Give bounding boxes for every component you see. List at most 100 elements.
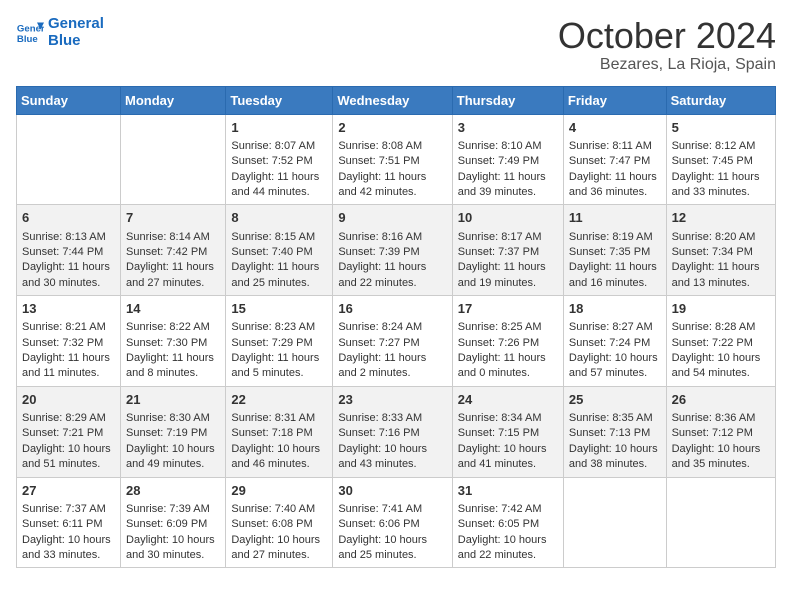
day-number: 16 <box>338 300 446 318</box>
daylight-text: Daylight: 10 hours and 46 minutes. <box>231 442 327 473</box>
sunrise-text: Sunrise: 8:10 AM <box>458 139 558 154</box>
sunset-text: Sunset: 6:09 PM <box>126 517 220 532</box>
calendar-cell: 7Sunrise: 8:14 AMSunset: 7:42 PMDaylight… <box>121 205 226 296</box>
calendar-cell: 9Sunrise: 8:16 AMSunset: 7:39 PMDaylight… <box>333 205 452 296</box>
day-number: 29 <box>231 482 327 500</box>
calendar-cell: 8Sunrise: 8:15 AMSunset: 7:40 PMDaylight… <box>226 205 333 296</box>
sunset-text: Sunset: 7:15 PM <box>458 426 558 441</box>
calendar-cell: 14Sunrise: 8:22 AMSunset: 7:30 PMDayligh… <box>121 296 226 387</box>
calendar-cell: 1Sunrise: 8:07 AMSunset: 7:52 PMDaylight… <box>226 114 333 205</box>
calendar-cell: 29Sunrise: 7:40 AMSunset: 6:08 PMDayligh… <box>226 477 333 568</box>
daylight-text: Daylight: 11 hours and 5 minutes. <box>231 351 327 382</box>
day-number: 30 <box>338 482 446 500</box>
sunrise-text: Sunrise: 8:35 AM <box>569 411 661 426</box>
sunset-text: Sunset: 7:27 PM <box>338 336 446 351</box>
day-number: 21 <box>126 391 220 409</box>
calendar-week-2: 6Sunrise: 8:13 AMSunset: 7:44 PMDaylight… <box>17 205 776 296</box>
sunrise-text: Sunrise: 8:25 AM <box>458 320 558 335</box>
daylight-text: Daylight: 10 hours and 22 minutes. <box>458 533 558 564</box>
page-header: General Blue General Blue October 2024 B… <box>16 16 776 74</box>
sunset-text: Sunset: 7:52 PM <box>231 154 327 169</box>
sunrise-text: Sunrise: 8:34 AM <box>458 411 558 426</box>
day-number: 2 <box>338 119 446 137</box>
calendar-cell: 24 Sunrise: 8:34 AMSunset: 7:15 PMDayligh… <box>452 386 563 477</box>
calendar-cell: 11Sunrise: 8:19 AMSunset: 7:35 PMDayligh… <box>563 205 666 296</box>
calendar-cell: 17Sunrise: 8:25 AMSunset: 7:26 PMDayligh… <box>452 296 563 387</box>
day-number: 3 <box>458 119 558 137</box>
calendar-cell <box>17 114 121 205</box>
day-number: 18 <box>569 300 661 318</box>
calendar-cell: 5Sunrise: 8:12 AMSunset: 7:45 PMDaylight… <box>666 114 775 205</box>
logo-icon: General Blue <box>16 19 44 47</box>
calendar-cell: 15Sunrise: 8:23 AMSunset: 7:29 PMDayligh… <box>226 296 333 387</box>
daylight-text: Daylight: 10 hours and 43 minutes. <box>338 442 446 473</box>
logo-line2: Blue <box>48 33 104 50</box>
calendar-cell: 21Sunrise: 8:30 AMSunset: 7:19 PMDayligh… <box>121 386 226 477</box>
sunset-text: Sunset: 7:42 PM <box>126 245 220 260</box>
col-header-sunday: Sunday <box>17 86 121 114</box>
daylight-text: Daylight: 10 hours and 27 minutes. <box>231 533 327 564</box>
day-number: 10 <box>458 209 558 227</box>
sunset-text: Sunset: 7:35 PM <box>569 245 661 260</box>
calendar-week-5: 27Sunrise: 7:37 AMSunset: 6:11 PMDayligh… <box>17 477 776 568</box>
calendar-table: SundayMondayTuesdayWednesdayThursdayFrid… <box>16 86 776 569</box>
day-number: 15 <box>231 300 327 318</box>
col-header-monday: Monday <box>121 86 226 114</box>
calendar-cell: 31Sunrise: 7:42 AMSunset: 6:05 PMDayligh… <box>452 477 563 568</box>
daylight-text: Daylight: 11 hours and 42 minutes. <box>338 170 446 201</box>
sunrise-text: Sunrise: 7:37 AM <box>22 502 115 517</box>
sunset-text: Sunset: 7:47 PM <box>569 154 661 169</box>
daylight-text: Daylight: 10 hours and 57 minutes. <box>569 351 661 382</box>
calendar-cell: 28Sunrise: 7:39 AMSunset: 6:09 PMDayligh… <box>121 477 226 568</box>
day-number: 5 <box>672 119 770 137</box>
calendar-cell: 3 Sunrise: 8:10 AMSunset: 7:49 PMDaylight… <box>452 114 563 205</box>
sunset-text: Sunset: 7:22 PM <box>672 336 770 351</box>
daylight-text: Daylight: 11 hours and 0 minutes. <box>458 351 558 382</box>
calendar-cell: 19Sunrise: 8:28 AMSunset: 7:22 PMDayligh… <box>666 296 775 387</box>
day-number: 25 <box>569 391 661 409</box>
daylight-text: Daylight: 11 hours and 36 minutes. <box>569 170 661 201</box>
sunrise-text: Sunrise: 8:23 AM <box>231 320 327 335</box>
svg-text:Blue: Blue <box>17 33 38 44</box>
daylight-text: Daylight: 11 hours and 44 minutes. <box>231 170 327 201</box>
daylight-text: Daylight: 11 hours and 2 minutes. <box>338 351 446 382</box>
daylight-text: Daylight: 10 hours and 54 minutes. <box>672 351 770 382</box>
daylight-text: Daylight: 11 hours and 30 minutes. <box>22 260 115 291</box>
sunset-text: Sunset: 7:51 PM <box>338 154 446 169</box>
day-number: 11 <box>569 209 661 227</box>
sunrise-text: Sunrise: 8:28 AM <box>672 320 770 335</box>
daylight-text: Daylight: 10 hours and 51 minutes. <box>22 442 115 473</box>
sunset-text: Sunset: 7:32 PM <box>22 336 115 351</box>
daylight-text: Daylight: 11 hours and 27 minutes. <box>126 260 220 291</box>
calendar-cell: 30Sunrise: 7:41 AMSunset: 6:06 PMDayligh… <box>333 477 452 568</box>
sunset-text: Sunset: 7:49 PM <box>458 154 558 169</box>
daylight-text: Daylight: 10 hours and 30 minutes. <box>126 533 220 564</box>
sunset-text: Sunset: 7:45 PM <box>672 154 770 169</box>
sunrise-text: Sunrise: 8:27 AM <box>569 320 661 335</box>
sunrise-text: Sunrise: 8:07 AM <box>231 139 327 154</box>
day-number: 24 <box>458 391 558 409</box>
calendar-cell: 22Sunrise: 8:31 AMSunset: 7:18 PMDayligh… <box>226 386 333 477</box>
daylight-text: Daylight: 11 hours and 39 minutes. <box>458 170 558 201</box>
daylight-text: Daylight: 11 hours and 8 minutes. <box>126 351 220 382</box>
sunrise-text: Sunrise: 7:40 AM <box>231 502 327 517</box>
month-title: October 2024 <box>558 16 776 56</box>
sunset-text: Sunset: 7:18 PM <box>231 426 327 441</box>
sunset-text: Sunset: 7:40 PM <box>231 245 327 260</box>
daylight-text: Daylight: 11 hours and 25 minutes. <box>231 260 327 291</box>
location: Bezares, La Rioja, Spain <box>558 56 776 74</box>
col-header-tuesday: Tuesday <box>226 86 333 114</box>
daylight-text: Daylight: 10 hours and 41 minutes. <box>458 442 558 473</box>
day-number: 9 <box>338 209 446 227</box>
logo: General Blue General Blue <box>16 16 104 49</box>
day-number: 27 <box>22 482 115 500</box>
daylight-text: Daylight: 11 hours and 22 minutes. <box>338 260 446 291</box>
sunrise-text: Sunrise: 8:12 AM <box>672 139 770 154</box>
sunset-text: Sunset: 6:05 PM <box>458 517 558 532</box>
sunrise-text: Sunrise: 7:39 AM <box>126 502 220 517</box>
day-number: 26 <box>672 391 770 409</box>
sunrise-text: Sunrise: 8:24 AM <box>338 320 446 335</box>
sunset-text: Sunset: 7:21 PM <box>22 426 115 441</box>
day-number: 4 <box>569 119 661 137</box>
daylight-text: Daylight: 10 hours and 49 minutes. <box>126 442 220 473</box>
